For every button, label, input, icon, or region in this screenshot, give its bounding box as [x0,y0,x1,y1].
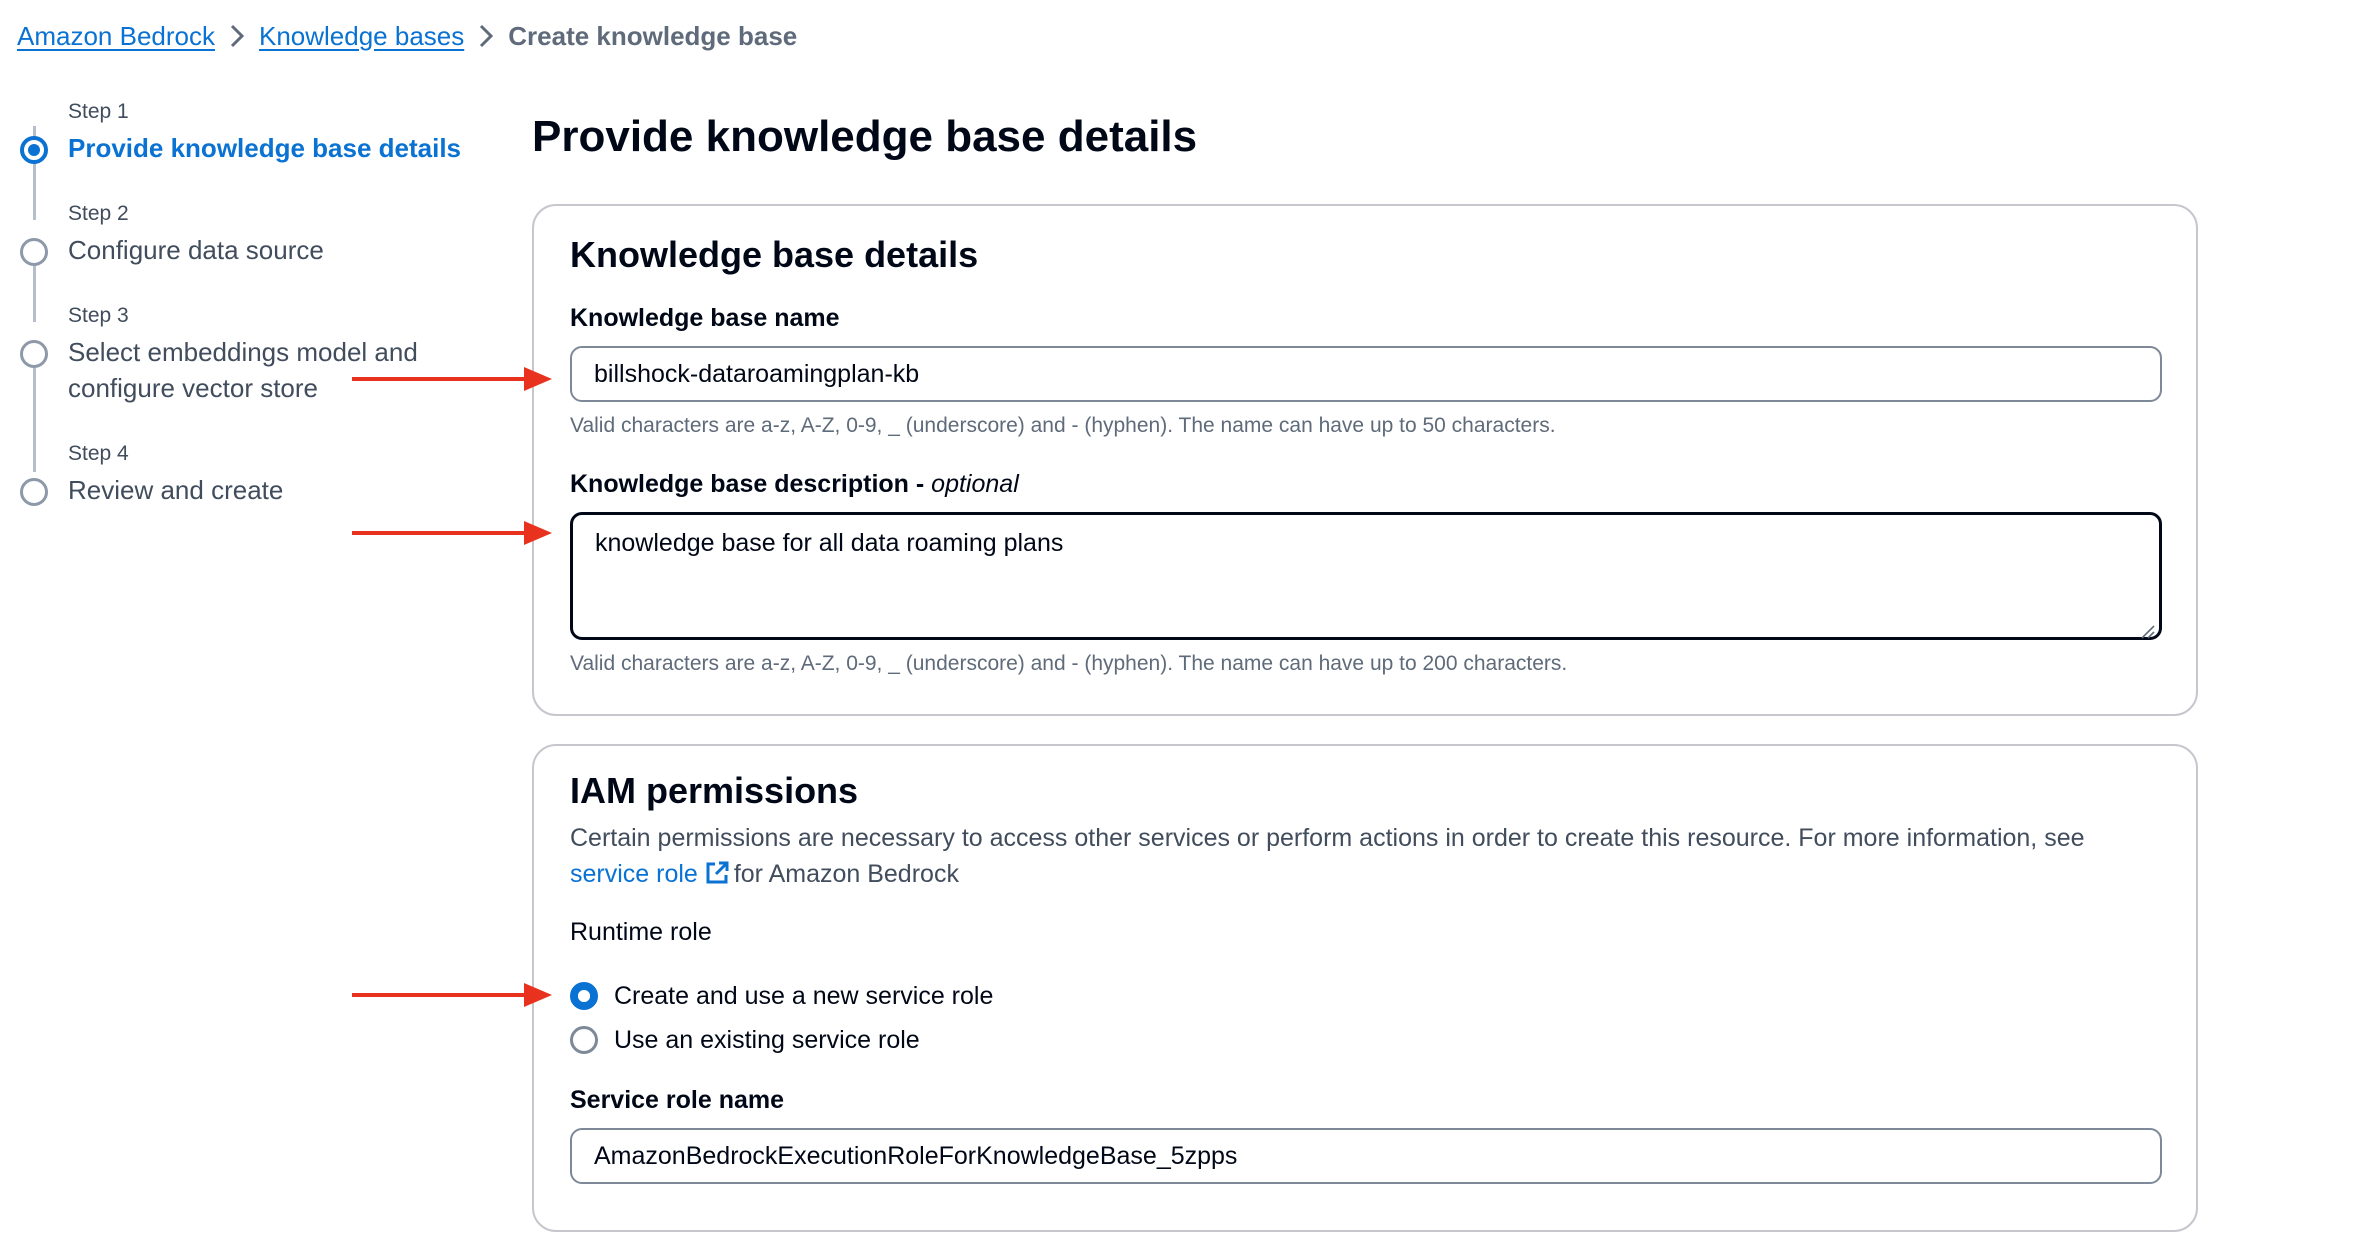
step-2-title: Configure data source [68,235,324,265]
iam-description: Certain permissions are necessary to acc… [570,820,2170,896]
annotation-arrow-icon [352,983,552,1007]
runtime-role-label: Runtime role [570,918,712,946]
kb-description-hint: Valid characters are a-z, A-Z, 0-9, _ (u… [570,652,1568,675]
step-1-label: Step 1 [68,100,129,123]
step-1-title[interactable]: Provide knowledge base details [68,130,461,166]
step-connector [33,264,36,322]
radio-use-existing-role[interactable]: Use an existing service role [570,1022,920,1058]
kb-description-label: Knowledge base description - optional [570,470,1019,498]
step-2-circle-icon [20,238,48,266]
radio-unchecked-icon[interactable] [570,1026,598,1054]
wizard-steps: Step 1 Provide knowledge base details St… [0,0,500,560]
create-knowledge-base-page: Amazon Bedrock Knowledge bases Create kn… [0,0,2354,1240]
panel-heading: IAM permissions [570,770,859,811]
knowledge-base-details-panel: Knowledge base details Knowledge base na… [532,204,2198,716]
service-role-name-input[interactable]: AmazonBedrockExecutionRoleForKnowledgeBa… [570,1128,2162,1184]
kb-name-hint: Valid characters are a-z, A-Z, 0-9, _ (u… [570,414,1556,437]
annotation-arrow-icon [352,367,552,391]
step-4-title: Review and create [68,475,284,505]
radio-checked-icon[interactable] [570,982,598,1010]
resize-handle-icon[interactable] [2139,617,2155,639]
radio-label: Use an existing service role [614,1025,920,1054]
radio-label: Create and use a new service role [614,981,994,1010]
panel-heading: Knowledge base details [570,234,979,275]
annotation-arrow-icon [352,521,552,545]
breadcrumb-current: Create knowledge base [508,20,798,51]
optional-marker: optional [931,470,1019,498]
iam-permissions-panel: IAM permissions Certain permissions are … [532,744,2198,1232]
service-role-name-label: Service role name [570,1086,785,1114]
step-2-label: Step 2 [68,202,129,225]
step-1-current-icon [20,136,48,164]
external-link-icon[interactable] [704,860,730,896]
radio-create-new-role[interactable]: Create and use a new service role [570,978,993,1014]
kb-name-input[interactable]: billshock-dataroamingplan-kb [570,346,2162,402]
step-3-title-line-2: configure vector store [68,373,319,403]
step-3-circle-icon [20,340,48,368]
step-3-label: Step 3 [68,304,129,327]
kb-name-label: Knowledge base name [570,304,840,332]
page-title: Provide knowledge base details [532,112,1198,161]
kb-description-value: knowledge base for all data roaming plan… [595,529,1064,557]
step-4-label: Step 4 [68,442,129,465]
kb-description-textarea[interactable]: knowledge base for all data roaming plan… [570,512,2162,640]
step-connector [33,368,36,472]
service-role-link[interactable]: service role [570,860,698,888]
step-4-circle-icon [20,478,48,506]
